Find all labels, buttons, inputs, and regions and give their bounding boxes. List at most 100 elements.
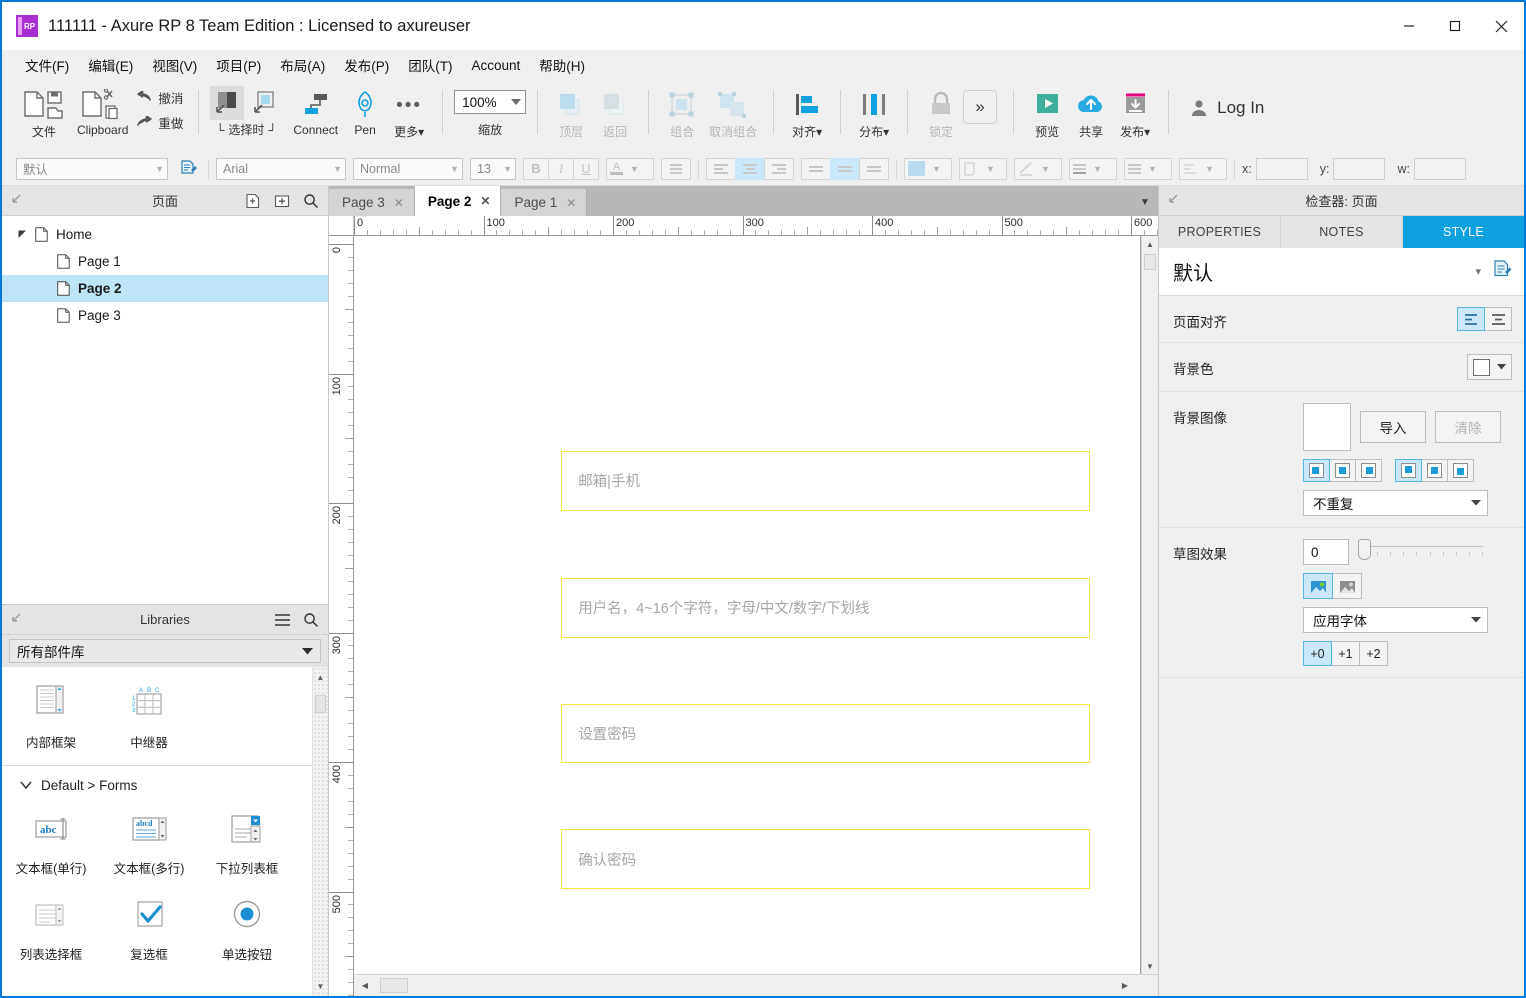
- bg-valign-bottom-button[interactable]: [1447, 459, 1474, 482]
- align-center-button[interactable]: [735, 157, 765, 180]
- align-left-button[interactable]: [1457, 307, 1485, 331]
- background-color-picker[interactable]: [1467, 354, 1512, 380]
- library-item-radio-button[interactable]: 单选按钮: [198, 887, 296, 973]
- library-item-dropdown[interactable]: 下拉列表框: [198, 801, 296, 887]
- canvas-vertical-scrollbar[interactable]: ▲ ▼: [1141, 236, 1158, 974]
- search-icon[interactable]: [302, 192, 320, 210]
- minimize-icon[interactable]: [1386, 2, 1432, 50]
- style-preset-select[interactable]: 默认 ▼: [16, 157, 168, 180]
- library-item-text-field[interactable]: abc 文本框(单行): [2, 801, 100, 887]
- underline-button[interactable]: U: [573, 157, 599, 180]
- line-style-button[interactable]: ▼: [1069, 157, 1117, 180]
- send-to-back-button[interactable]: 返回: [593, 86, 637, 146]
- font-step-0-button[interactable]: +0: [1303, 641, 1332, 666]
- toolbar-overflow-button[interactable]: »: [963, 90, 998, 124]
- tab-close-icon[interactable]: ✕: [566, 196, 576, 210]
- menu-view[interactable]: 视图(V): [143, 51, 206, 79]
- align-button[interactable]: 对齐▾: [785, 86, 829, 146]
- font-size-select[interactable]: 13 ▼: [470, 157, 516, 180]
- tree-item-page-1[interactable]: Page 1: [2, 248, 328, 275]
- bg-valign-top-button[interactable]: [1395, 459, 1422, 482]
- canvas-widget-text-field[interactable]: 邮箱|手机: [561, 451, 1090, 511]
- design-sheet[interactable]: 邮箱|手机用户名，4~16个字符，字母/中文/数字/下划线 设置密码确认密码: [354, 236, 1141, 974]
- scroll-right-icon[interactable]: ▶: [1114, 975, 1136, 996]
- ungroup-button[interactable]: 取消组合: [704, 86, 762, 146]
- clear-image-button[interactable]: 清除: [1435, 411, 1501, 443]
- canvas-widget-text-field[interactable]: 用户名，4~16个字符，字母/中文/数字/下划线: [561, 578, 1090, 638]
- canvas-tab-page-1[interactable]: Page 1 ✕: [501, 189, 588, 216]
- font-step-2-button[interactable]: +2: [1359, 641, 1388, 666]
- sketch-value-input[interactable]: 0: [1303, 539, 1349, 565]
- align-right-button[interactable]: [764, 157, 794, 180]
- sketch-font-select[interactable]: 应用字体: [1303, 607, 1488, 633]
- scroll-down-icon[interactable]: ▼: [313, 978, 328, 994]
- font-color-button[interactable]: A ▼: [606, 157, 654, 180]
- valign-bottom-button[interactable]: [859, 157, 889, 180]
- tab-style[interactable]: STYLE: [1403, 216, 1524, 248]
- tree-item-home[interactable]: Home: [2, 221, 328, 248]
- import-image-button[interactable]: 导入: [1360, 411, 1426, 443]
- file-button[interactable]: 文件: [16, 86, 72, 146]
- tree-item-page-3[interactable]: Page 3: [2, 302, 328, 329]
- menu-account[interactable]: Account: [463, 54, 530, 77]
- align-left-button[interactable]: [706, 157, 736, 180]
- font-family-select[interactable]: Arial ▼: [216, 157, 346, 180]
- background-repeat-select[interactable]: 不重复: [1303, 490, 1488, 516]
- bring-to-front-button[interactable]: 顶层: [549, 86, 593, 146]
- menu-help[interactable]: 帮助(H): [530, 51, 594, 79]
- scroll-up-icon[interactable]: ▲: [1142, 236, 1158, 252]
- y-input[interactable]: [1333, 157, 1386, 180]
- pin-icon[interactable]: [10, 193, 32, 208]
- close-icon[interactable]: [1478, 2, 1524, 50]
- pen-button[interactable]: Pen: [343, 86, 387, 146]
- redo-button[interactable]: 重做: [133, 112, 187, 133]
- scrollbar-thumb[interactable]: [315, 695, 326, 713]
- search-icon[interactable]: [302, 611, 320, 629]
- canvas-tab-page-2[interactable]: Page 2 ✕: [414, 186, 502, 216]
- w-input[interactable]: [1413, 157, 1466, 180]
- menu-team[interactable]: 团队(T): [399, 51, 461, 79]
- sketch-color-button[interactable]: [1303, 573, 1333, 599]
- group-button[interactable]: 组合: [660, 86, 704, 146]
- canvas-widget-text-field[interactable]: 设置密码: [561, 703, 1090, 764]
- library-item-text-area[interactable]: abcd 文本框(多行): [100, 801, 198, 887]
- scroll-left-icon[interactable]: ◀: [354, 975, 376, 996]
- connect-button[interactable]: Connect: [288, 86, 343, 146]
- login-button[interactable]: Log In: [1180, 92, 1274, 124]
- background-image-preview[interactable]: [1303, 403, 1351, 451]
- slider-knob[interactable]: [1358, 539, 1371, 560]
- border-width-button[interactable]: ▼: [1014, 157, 1062, 180]
- menu-publish[interactable]: 发布(P): [335, 51, 398, 79]
- font-step-1-button[interactable]: +1: [1331, 641, 1360, 666]
- canvas-widget-text-field[interactable]: 确认密码: [561, 829, 1090, 889]
- add-folder-icon[interactable]: [273, 192, 291, 210]
- edit-style-icon[interactable]: [1493, 259, 1512, 284]
- valign-top-button[interactable]: [801, 157, 831, 180]
- preview-button[interactable]: 预览: [1025, 86, 1069, 146]
- font-weight-select[interactable]: Normal ▼: [353, 157, 463, 180]
- bullet-list-button[interactable]: [661, 157, 691, 180]
- library-item-checkbox[interactable]: 复选框: [100, 887, 198, 973]
- tab-close-icon[interactable]: ✕: [480, 194, 490, 208]
- align-center-button[interactable]: [1484, 307, 1512, 331]
- more-tools-button[interactable]: ••• 更多▾: [387, 86, 431, 146]
- scrollbar-thumb[interactable]: [1144, 254, 1156, 270]
- pin-icon[interactable]: [1167, 193, 1189, 208]
- sketch-slider[interactable]: [1358, 539, 1483, 565]
- add-page-icon[interactable]: [244, 192, 262, 210]
- arrow-style-button[interactable]: ▼: [1124, 157, 1172, 180]
- menu-layout[interactable]: 布局(A): [271, 51, 334, 79]
- tab-overflow-button[interactable]: ▼: [1132, 189, 1158, 216]
- tree-item-page-2[interactable]: Page 2: [2, 275, 328, 302]
- bold-button[interactable]: B: [523, 157, 549, 180]
- lock-button[interactable]: 锁定: [919, 86, 963, 146]
- line-arrow-button[interactable]: ▼: [1179, 157, 1227, 180]
- scroll-down-icon[interactable]: ▼: [1142, 958, 1158, 974]
- tab-close-icon[interactable]: ✕: [394, 196, 404, 210]
- publish-button[interactable]: 发布▾: [1113, 86, 1157, 146]
- clipboard-button[interactable]: Clipboard: [72, 86, 133, 146]
- canvas-tab-page-3[interactable]: Page 3 ✕: [329, 189, 415, 216]
- library-item-inline-frame[interactable]: 内部框架: [2, 675, 100, 761]
- zoom-select[interactable]: 100%: [454, 90, 527, 114]
- expand-caret-icon[interactable]: [14, 230, 30, 239]
